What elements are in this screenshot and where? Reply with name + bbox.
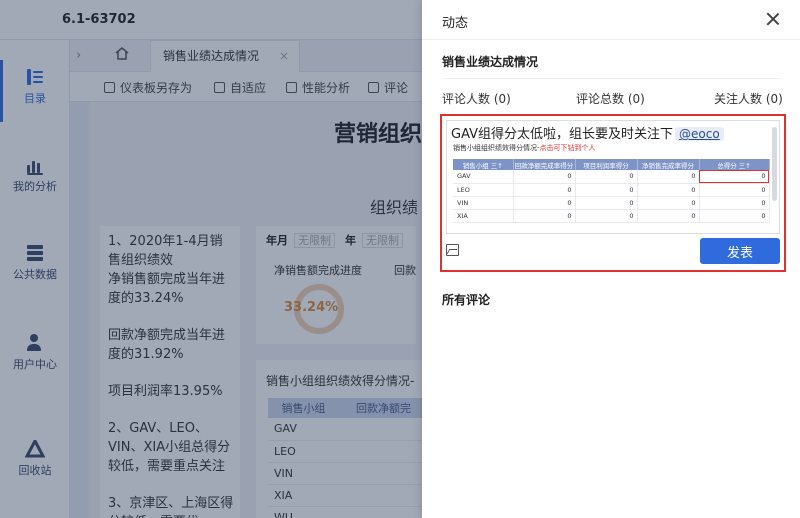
snapshot-cell: 0 — [699, 196, 770, 210]
snapshot-cell: 0 — [637, 209, 700, 223]
close-icon[interactable] — [766, 12, 780, 26]
all-comments-heading: 所有评论 — [442, 293, 491, 307]
snapshot-cell: 0 — [575, 209, 638, 223]
snapshot-cell: XIA — [453, 209, 514, 223]
snapshot-cell: 0 — [575, 183, 638, 197]
snapshot-cell: 0 — [513, 183, 576, 197]
editor-scrollbar[interactable] — [772, 127, 777, 201]
snapshot-row: VIN 0 0 0 0 — [453, 196, 770, 210]
snapshot-cell: 0 — [699, 209, 770, 223]
snapshot-header: 销售小组 三↑ — [453, 159, 514, 170]
snapshot-header: 项目利润率得分 — [575, 159, 638, 170]
snapshot-header: 回款净额完成率得分 — [513, 159, 576, 170]
activity-panel: 动态 销售业绩达成情况 评论人数 (0) 评论总数 (0) 关注人数 (0) G… — [422, 0, 800, 518]
mention-user: @eoco — [679, 127, 720, 141]
comment-body: GAV组得分太低啦，组长要及时关注下 — [451, 127, 674, 142]
panel-title: 动态 — [442, 16, 469, 31]
panel-header: 动态 — [422, 0, 800, 40]
snapshot-row: XIA 0 0 0 0 — [453, 209, 770, 223]
snapshot-row: LEO 0 0 0 0 — [453, 183, 770, 197]
snapshot-cell: 0 — [637, 196, 700, 210]
insert-image-icon[interactable] — [446, 244, 459, 256]
mention-tag[interactable]: @eoco — [675, 127, 724, 141]
snapshot-cell: GAV — [453, 170, 514, 184]
snapshot-title-text: 销售小组组织绩效得分情况- — [453, 144, 540, 152]
snapshot-cell: 0 — [637, 170, 700, 184]
snapshot-header: 总得分 三↑ — [699, 159, 770, 170]
comment-people-count: 评论人数 (0) — [442, 92, 511, 106]
snapshot-table: 销售小组 三↑ 回款净额完成率得分 项目利润率得分 净销售完成率得分 总得分 三… — [453, 159, 770, 223]
comment-compose-box: GAV组得分太低啦，组长要及时关注下 @eoco 销售小组组织绩效得分情况-点击可… — [440, 114, 786, 272]
publish-button[interactable]: 发表 — [700, 238, 780, 264]
divider — [442, 78, 782, 79]
snapshot-cell-highlighted: 0 — [699, 170, 770, 184]
snapshot-cell: 0 — [637, 183, 700, 197]
snapshot-cell: 0 — [513, 170, 576, 184]
follower-count: 关注人数 (0) — [714, 92, 783, 106]
snapshot-cell: LEO — [453, 183, 514, 197]
comment-total-count: 评论总数 (0) — [576, 92, 645, 106]
snapshot-row: GAV 0 0 0 0 — [453, 170, 770, 184]
snapshot-cell: 0 — [699, 183, 770, 197]
snapshot-cell: 0 — [513, 209, 576, 223]
comment-text[interactable]: GAV组得分太低啦，组长要及时关注下 @eoco — [451, 123, 724, 142]
snapshot-cell: 0 — [575, 170, 638, 184]
snapshot-cell: VIN — [453, 196, 514, 210]
comment-editor[interactable]: GAV组得分太低啦，组长要及时关注下 @eoco 销售小组组织绩效得分情况-点击可… — [446, 120, 780, 234]
snapshot-cell: 0 — [513, 196, 576, 210]
snapshot-title: 销售小组组织绩效得分情况-点击可下钻到个人 — [453, 143, 596, 153]
report-name: 销售业绩达成情况 — [442, 55, 539, 69]
modal-overlay[interactable] — [0, 0, 422, 518]
snapshot-cell: 0 — [575, 196, 638, 210]
snapshot-header: 净销售完成率得分 — [637, 159, 700, 170]
snapshot-hint: 点击可下钻到个人 — [539, 144, 596, 152]
